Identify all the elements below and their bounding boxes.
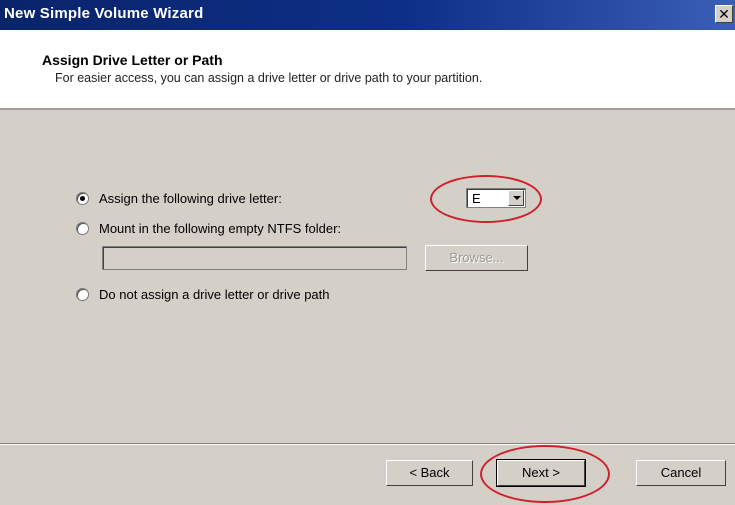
folder-path-input[interactable] xyxy=(102,246,407,270)
page-subtitle: For easier access, you can assign a driv… xyxy=(55,71,483,85)
no-assign-label: Do not assign a drive letter or drive pa… xyxy=(99,287,330,302)
back-button[interactable]: < Back xyxy=(386,460,473,486)
mount-folder-radio[interactable] xyxy=(76,222,89,235)
assign-letter-label: Assign the following drive letter: xyxy=(99,191,282,206)
drive-letter-highlight xyxy=(430,175,542,223)
close-button[interactable]: ✕ xyxy=(715,5,733,23)
mount-folder-label: Mount in the following empty NTFS folder… xyxy=(99,221,342,236)
browse-button[interactable]: Browse... xyxy=(425,245,528,271)
footer-divider xyxy=(0,443,735,445)
cancel-button[interactable]: Cancel xyxy=(636,460,726,486)
close-icon: ✕ xyxy=(718,6,730,22)
wizard-header: Assign Drive Letter or Path For easier a… xyxy=(0,30,735,108)
assign-letter-option[interactable]: Assign the following drive letter: xyxy=(76,191,282,206)
title-bar: New Simple Volume Wizard ✕ xyxy=(0,0,735,30)
page-title: Assign Drive Letter or Path xyxy=(42,52,223,68)
no-assign-option[interactable]: Do not assign a drive letter or drive pa… xyxy=(76,287,330,302)
next-button-highlight xyxy=(480,445,610,503)
window-title: New Simple Volume Wizard xyxy=(4,5,204,22)
no-assign-radio[interactable] xyxy=(76,288,89,301)
wizard-body: Assign the following drive letter: E Mou… xyxy=(0,110,735,505)
mount-folder-option[interactable]: Mount in the following empty NTFS folder… xyxy=(76,221,341,236)
assign-letter-radio[interactable] xyxy=(76,192,89,205)
